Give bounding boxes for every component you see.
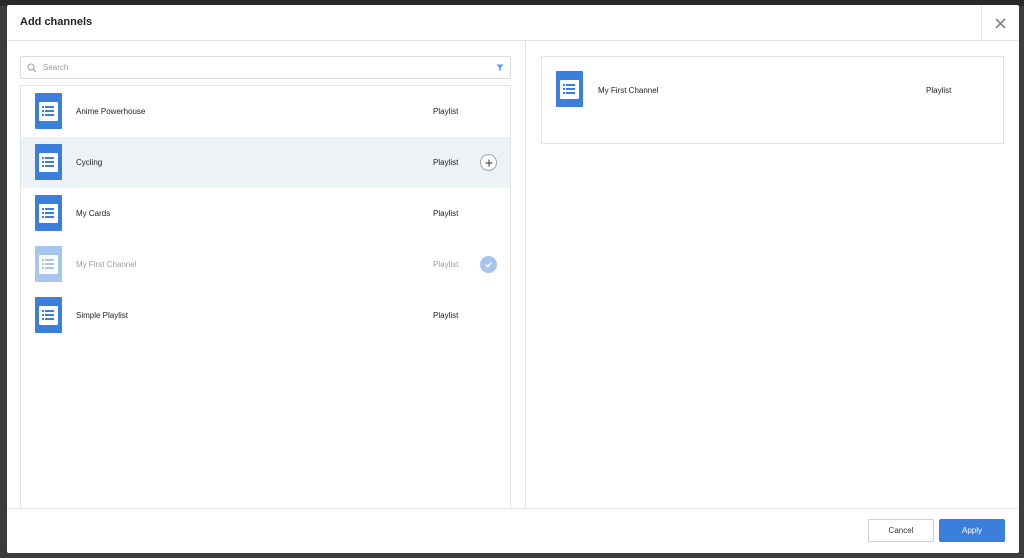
channel-row-my-cards[interactable]: My Cards Playlist (21, 188, 510, 239)
dialog-header: Add channels (7, 5, 1019, 41)
playlist-icon (35, 246, 62, 282)
selected-channel-type: Playlist (926, 86, 952, 95)
channel-row-cycling[interactable]: Cycling Playlist (21, 137, 510, 188)
channel-name: My Cards (76, 209, 111, 218)
selected-check-icon[interactable] (480, 256, 497, 273)
search-icon (21, 62, 43, 73)
plus-icon (485, 159, 492, 166)
add-channel-button[interactable] (480, 154, 497, 171)
selected-channel-row[interactable]: My First Channel Playlist (542, 57, 1003, 124)
selected-channel-list: My First Channel Playlist (541, 56, 1004, 144)
playlist-icon (35, 144, 62, 180)
selected-channels-pane: My First Channel Playlist (527, 41, 1019, 508)
channel-type: Playlist (433, 260, 459, 269)
playlist-icon (556, 71, 583, 107)
dialog-body: Anime Powerhouse Playlist Cycling Playli… (7, 41, 1019, 508)
channel-type: Playlist (433, 209, 459, 218)
channel-type: Playlist (433, 158, 459, 167)
selected-channel-name: My First Channel (598, 86, 659, 95)
dialog-footer: Cancel Apply (7, 508, 1019, 553)
cancel-button[interactable]: Cancel (868, 519, 934, 542)
channel-row-anime-powerhouse[interactable]: Anime Powerhouse Playlist (21, 86, 510, 137)
channel-name: Anime Powerhouse (76, 107, 146, 116)
available-channels-pane: Anime Powerhouse Playlist Cycling Playli… (7, 41, 526, 508)
playlist-icon (35, 93, 62, 129)
search-input[interactable] (43, 63, 490, 72)
channel-name: Simple Playlist (76, 311, 129, 320)
channel-type: Playlist (433, 311, 459, 320)
search-bar (20, 56, 511, 79)
channel-list: Anime Powerhouse Playlist Cycling Playli… (20, 85, 511, 508)
playlist-icon (35, 297, 62, 333)
close-button[interactable] (981, 5, 1019, 41)
channel-name: Cycling (76, 158, 103, 167)
channel-type: Playlist (433, 107, 459, 116)
channel-name: My First Channel (76, 260, 137, 269)
dialog-title: Add channels (20, 16, 93, 28)
add-channels-dialog: Add channels Search Anime Powerhouse Pla… (7, 5, 1019, 553)
apply-button[interactable]: Apply (939, 519, 1005, 542)
channel-row-my-first-channel[interactable]: My First Channel Playlist (21, 239, 510, 290)
playlist-icon (35, 195, 62, 231)
filter-icon[interactable] (490, 64, 510, 72)
channel-row-simple-playlist[interactable]: Simple Playlist Playlist (21, 290, 510, 341)
close-icon (995, 17, 1006, 29)
